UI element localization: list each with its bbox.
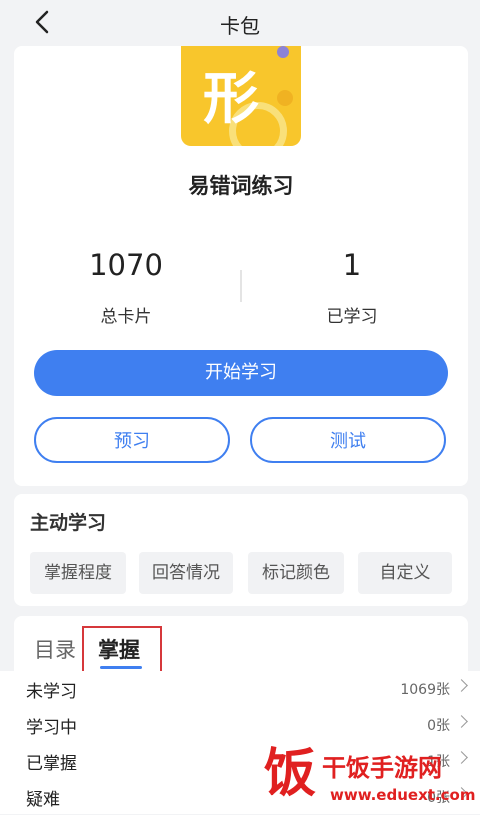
stats-divider bbox=[240, 270, 242, 302]
logo-blob bbox=[277, 90, 293, 106]
chip-custom[interactable]: 自定义 bbox=[358, 552, 452, 594]
list-item[interactable]: 未学习 1069张 bbox=[0, 671, 480, 707]
logo-glyph: 形 bbox=[203, 67, 259, 132]
highlight-box bbox=[82, 626, 162, 674]
deck-logo: 形 bbox=[181, 46, 301, 146]
watermark-name: 干饭手游网 bbox=[322, 754, 442, 782]
deck-card: 形 易错词练习 1070 总卡片 1 已学习 开始学习 预习 测试 bbox=[14, 46, 468, 486]
list-item-label: 未学习 bbox=[26, 682, 77, 702]
logo-dot bbox=[277, 46, 289, 58]
chip-mark-color[interactable]: 标记颜色 bbox=[248, 552, 344, 594]
deck-name: 易错词练习 bbox=[188, 174, 294, 198]
list-item-label: 学习中 bbox=[26, 718, 77, 738]
watermark-logo-icon: 饭 bbox=[264, 744, 317, 804]
list-item-count: 0张 bbox=[427, 718, 450, 734]
chip-answer-status[interactable]: 回答情况 bbox=[139, 552, 233, 594]
preview-button[interactable]: 预习 bbox=[34, 417, 230, 463]
tab-catalog[interactable]: 目录 bbox=[34, 634, 76, 664]
page-title: 卡包 bbox=[220, 14, 260, 38]
tab-bar: 目录 掌握 bbox=[14, 616, 468, 674]
top-bar: 卡包 bbox=[0, 0, 480, 44]
section-title: 主动学习 bbox=[30, 512, 107, 534]
learned-count: 1 bbox=[342, 248, 362, 282]
list-item[interactable]: 学习中 0张 bbox=[0, 707, 480, 743]
test-button[interactable]: 测试 bbox=[250, 417, 446, 463]
start-learning-button[interactable]: 开始学习 bbox=[34, 350, 448, 396]
chip-mastery-level[interactable]: 掌握程度 bbox=[30, 552, 126, 594]
list-item-count: 1069张 bbox=[400, 682, 450, 698]
total-cards-count: 1070 bbox=[89, 248, 163, 282]
watermark: 饭 干饭手游网 www.eduext.com bbox=[264, 742, 476, 812]
list-item-label: 已掌握 bbox=[26, 754, 77, 774]
active-learning-card: 主动学习 掌握程度 回答情况 标记颜色 自定义 bbox=[14, 494, 468, 606]
chevron-right-icon bbox=[455, 679, 468, 692]
total-cards-label: 总卡片 bbox=[100, 307, 152, 327]
chevron-right-icon bbox=[455, 715, 468, 728]
list-item-label: 疑难 bbox=[26, 790, 60, 810]
learned-label: 已学习 bbox=[326, 307, 378, 327]
watermark-url: www.eduext.com bbox=[330, 786, 476, 804]
